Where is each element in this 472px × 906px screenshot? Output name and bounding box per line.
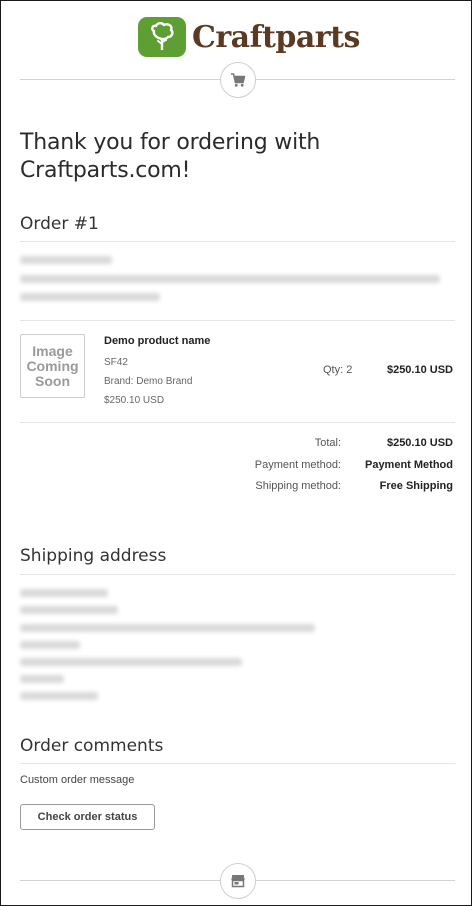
thank-you-heading: Thank you for ordering with Craftparts.c… xyxy=(20,130,321,183)
payment-method-label: Payment method: xyxy=(254,459,341,471)
product-total: $250.10 USD xyxy=(386,364,453,376)
check-order-status-button[interactable]: Check order status xyxy=(20,804,155,830)
shipping-divider xyxy=(20,574,455,575)
comments-divider xyxy=(20,763,455,764)
product-name[interactable]: Demo product name xyxy=(104,335,210,347)
total-value: $250.10 USD xyxy=(386,437,453,449)
redacted-text xyxy=(20,692,98,700)
item-divider-top xyxy=(20,320,455,321)
item-divider-bottom xyxy=(20,422,455,423)
product-unit-price: $250.10 USD xyxy=(104,395,165,406)
brand-name: Craftparts xyxy=(192,19,360,55)
redacted-text xyxy=(20,275,440,283)
tree-icon xyxy=(138,17,186,57)
redacted-text xyxy=(20,606,118,614)
shopping-cart-icon xyxy=(231,73,246,87)
product-brand: Brand: Demo Brand xyxy=(104,376,193,387)
payment-method-value: Payment Method xyxy=(364,459,453,471)
redacted-text xyxy=(20,624,315,632)
store-icon xyxy=(231,875,245,888)
redacted-text xyxy=(20,589,108,597)
product-image-placeholder[interactable]: Image Coming Soon xyxy=(20,334,85,398)
total-label: Total: xyxy=(314,437,341,449)
redacted-text xyxy=(20,293,160,301)
footer-badge xyxy=(220,863,256,899)
placeholder-text: Coming xyxy=(26,357,79,374)
header-badge xyxy=(220,62,256,98)
redacted-text xyxy=(20,675,64,683)
order-comment-text: Custom order message xyxy=(20,774,135,786)
redacted-text xyxy=(20,256,112,264)
shipping-method-value: Free Shipping xyxy=(379,480,453,492)
product-quantity: Qty: 2 xyxy=(323,364,353,376)
email-frame: Craftparts Thank you for ordering with C… xyxy=(0,0,472,906)
placeholder-text: Soon xyxy=(35,372,70,389)
product-sku: SF42 xyxy=(104,357,128,368)
brand-logo[interactable]: Craftparts xyxy=(138,17,360,57)
order-title: Order #1 xyxy=(20,214,99,234)
placeholder-text: Image xyxy=(32,342,73,359)
order-divider xyxy=(20,241,455,242)
redacted-text xyxy=(20,658,242,666)
redacted-text xyxy=(20,641,80,649)
shipping-method-label: Shipping method: xyxy=(255,480,341,492)
order-comments-title: Order comments xyxy=(20,736,164,756)
shipping-address-title: Shipping address xyxy=(20,546,167,566)
